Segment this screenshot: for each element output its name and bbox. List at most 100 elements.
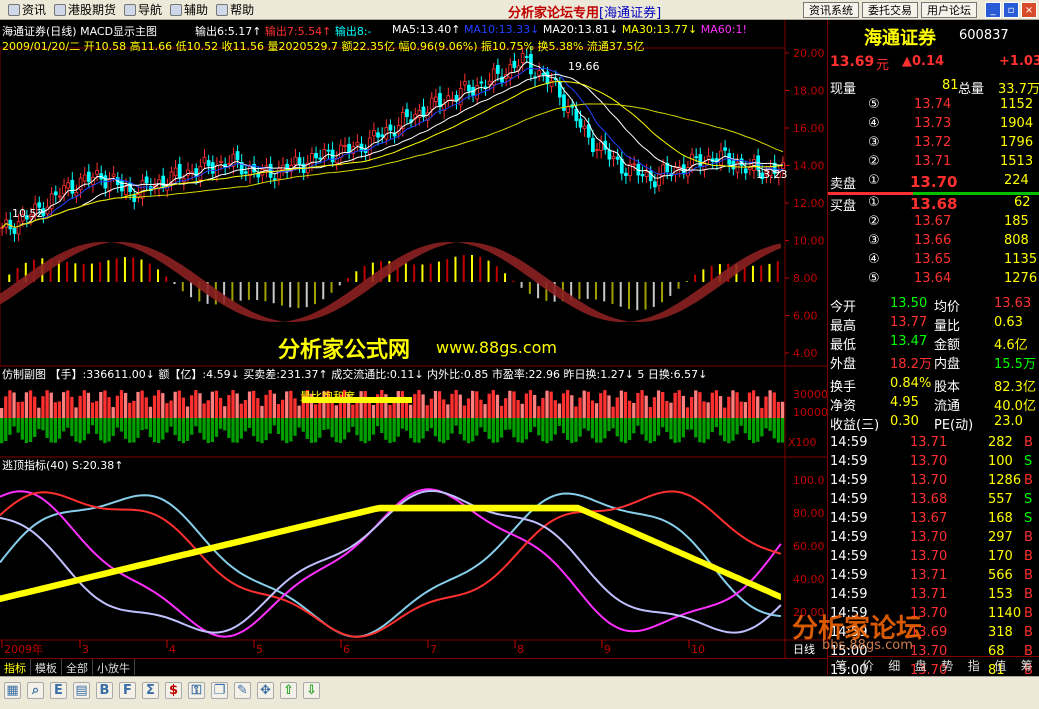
volume-bar-neg xyxy=(111,418,115,436)
quote-cell: 均价 xyxy=(934,300,961,315)
bsi-icon[interactable]: B xyxy=(96,682,113,699)
volume-bar xyxy=(247,391,252,418)
quote-tab-3[interactable]: 盘 xyxy=(915,657,927,674)
volume-bar-neg xyxy=(218,418,223,429)
volume-bar-neg xyxy=(103,418,107,444)
grid-icon[interactable]: ▤ xyxy=(73,682,90,699)
menu-item-news[interactable]: 资讯 xyxy=(8,1,46,18)
volume-bar-neg xyxy=(24,418,29,444)
menu-item-assist[interactable]: 辅助 xyxy=(170,1,208,18)
volume-bar xyxy=(632,402,636,418)
ma-line-30 xyxy=(1,81,783,228)
volume-bar-neg xyxy=(285,418,289,444)
quote-tab-2[interactable]: 细 xyxy=(888,657,900,674)
quote-tab-5[interactable]: 指 xyxy=(968,657,980,674)
volume-bar-neg xyxy=(231,418,235,443)
volume-bar-neg xyxy=(119,418,124,432)
ma-value: MA5:13.40↑ xyxy=(392,23,464,36)
quote-tab-1[interactable]: 价 xyxy=(862,657,874,674)
volume-bar xyxy=(689,396,694,418)
quote-tab-4[interactable]: 势 xyxy=(941,657,953,674)
last-price: 13.69 xyxy=(830,54,875,70)
label: 总量 xyxy=(958,82,985,97)
sub1-axis-label: 30000 xyxy=(793,388,827,401)
volume-bar xyxy=(185,406,190,418)
quote-tab-0[interactable]: 笔 xyxy=(835,657,847,674)
volume-bar-neg xyxy=(413,418,417,443)
quote-cell: 流通 xyxy=(934,399,961,414)
menu-item-navigate[interactable]: 导航 xyxy=(124,1,162,18)
stat-row: 收益(三) 0.30 PE(动) 23.0 xyxy=(828,414,1039,433)
volume-bar xyxy=(636,392,640,418)
volume-bar-neg xyxy=(293,418,297,436)
price-axis-label: 10.00 xyxy=(793,235,825,248)
stat-icon[interactable]: Σ xyxy=(142,682,159,699)
volume-bar xyxy=(698,392,702,418)
candle-body xyxy=(429,97,434,110)
quote-tab-6[interactable]: 值 xyxy=(994,657,1006,674)
etf-icon[interactable]: E xyxy=(50,682,67,699)
candle-body xyxy=(446,95,451,101)
volume-bar-neg xyxy=(710,418,714,433)
volume-bar xyxy=(462,405,467,418)
volume-bar xyxy=(599,393,603,418)
volume-bar xyxy=(49,392,53,418)
search-icon[interactable]: ⌕ xyxy=(27,682,44,699)
macd-bar xyxy=(487,260,490,282)
quote-cell: 14:59 xyxy=(830,473,868,488)
volume-bar-neg xyxy=(417,418,421,443)
candle-body xyxy=(310,153,314,164)
chart-icon[interactable]: ▦ xyxy=(4,682,21,699)
price-axis-label: 4.00 xyxy=(793,347,818,360)
volume-bar xyxy=(723,407,727,418)
tab-template[interactable]: 模板 xyxy=(31,659,62,675)
quote-cell: 13.70 xyxy=(910,454,948,469)
minimize-icon[interactable]: _ xyxy=(985,2,1001,18)
key-icon[interactable]: ⚿ xyxy=(188,682,205,699)
close-icon[interactable]: × xyxy=(1021,2,1037,18)
tab-indicator[interactable]: 指标 xyxy=(0,659,31,675)
macd-bar xyxy=(239,282,242,301)
volume-bar-neg xyxy=(144,418,148,430)
quote-tab-7[interactable]: 筹 xyxy=(1021,657,1033,674)
trade-button[interactable]: 委托交易 xyxy=(862,2,918,18)
macd-bar xyxy=(363,266,366,282)
quote-cell: 13.68 xyxy=(910,492,948,507)
tab-xiaofangniu[interactable]: 小放牛 xyxy=(93,659,135,675)
restore-icon[interactable]: ▫ xyxy=(1003,2,1019,18)
copy-icon[interactable]: ❐ xyxy=(211,682,228,699)
window-controls: _ ▫ × xyxy=(985,2,1037,18)
fund-icon[interactable]: F xyxy=(119,682,136,699)
volume-bar-neg xyxy=(239,418,243,439)
volume-bar-neg xyxy=(644,418,648,441)
down-icon[interactable]: ⇩ xyxy=(303,682,320,699)
macd-bar xyxy=(512,280,515,282)
volume-bar xyxy=(760,407,764,418)
forum-button[interactable]: 用户论坛 xyxy=(921,2,977,18)
tab-all[interactable]: 全部 xyxy=(62,659,93,675)
dollar-icon[interactable]: $ xyxy=(165,682,182,699)
volume-bar-neg xyxy=(512,418,516,438)
volume-bar-neg xyxy=(768,418,772,431)
up-icon[interactable]: ⇧ xyxy=(280,682,297,699)
brand-text: 分析家论坛专用 xyxy=(508,6,600,21)
volume-bar xyxy=(148,406,153,418)
volume-bar-neg xyxy=(450,418,454,434)
volume-bar-neg xyxy=(136,418,140,438)
candle-body xyxy=(380,134,385,137)
quote-cell: B xyxy=(1024,549,1033,564)
volume-bar xyxy=(541,397,545,418)
date-label: 9 xyxy=(604,643,611,656)
macd-bar xyxy=(330,282,333,293)
quote-cell: 18.2万 xyxy=(890,357,932,372)
move-icon[interactable]: ✥ xyxy=(257,682,274,699)
volume-bar xyxy=(747,392,752,418)
pen-icon[interactable]: ✎ xyxy=(234,682,251,699)
sub2-axis-label: 60.00 xyxy=(793,540,825,553)
menu-item-hk-futures[interactable]: 港股期货 xyxy=(54,1,116,18)
chart-area[interactable]: 20.00 18.00 16.00 14.00 12.00 10.00 8.00 6.00 4.… xyxy=(0,20,827,660)
stock-header: 海通证券 600837 xyxy=(828,24,1039,49)
menu-item-help[interactable]: 帮助 xyxy=(216,1,254,18)
news-system-button[interactable]: 资讯系统 xyxy=(803,2,859,18)
volume-bar-neg xyxy=(355,418,359,436)
